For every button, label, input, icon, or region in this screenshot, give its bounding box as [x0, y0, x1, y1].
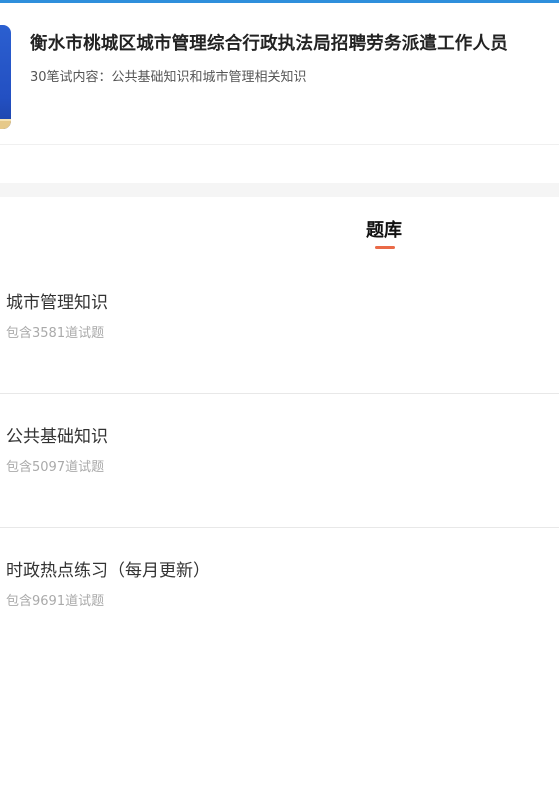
- question-bank-name: 城市管理知识: [6, 293, 108, 313]
- question-bank-list: 城市管理知识 包含3581道试题 公共基础知识 包含5097道试题 时政热点练习…: [0, 260, 559, 661]
- section-separator: [0, 183, 559, 197]
- exam-subtitle: 30笔试内容：公共基础知识和城市管理相关知识: [30, 70, 307, 85]
- tab-active-indicator: [375, 246, 395, 249]
- tab-bar: 题库: [0, 197, 559, 257]
- tab-question-bank[interactable]: 题库: [344, 216, 424, 242]
- exam-header-card[interactable]: 衡水市桃城区城市管理综合行政执法局招聘劳务派遣工作人员 30笔试内容：公共基础知…: [0, 3, 559, 144]
- question-bank-item-urban-management[interactable]: 城市管理知识 包含3581道试题: [0, 260, 559, 394]
- exam-title: 衡水市桃城区城市管理综合行政执法局招聘劳务派遣工作人员: [30, 34, 508, 54]
- page: 衡水市桃城区城市管理综合行政执法局招聘劳务派遣工作人员 30笔试内容：公共基础知…: [0, 0, 559, 790]
- question-bank-item-public-basics[interactable]: 公共基础知识 包含5097道试题: [0, 394, 559, 528]
- question-bank-name: 公共基础知识: [6, 427, 108, 447]
- question-bank-count: 包含5097道试题: [6, 460, 105, 475]
- question-bank-name: 时政热点练习（每月更新）: [6, 561, 210, 581]
- book-cover-icon: [0, 25, 11, 129]
- question-bank-count: 包含3581道试题: [6, 326, 105, 341]
- question-bank-count: 包含9691道试题: [6, 594, 105, 609]
- question-bank-item-current-affairs[interactable]: 时政热点练习（每月更新） 包含9691道试题: [0, 528, 559, 661]
- book-base: [0, 121, 11, 129]
- header-divider: [0, 144, 559, 145]
